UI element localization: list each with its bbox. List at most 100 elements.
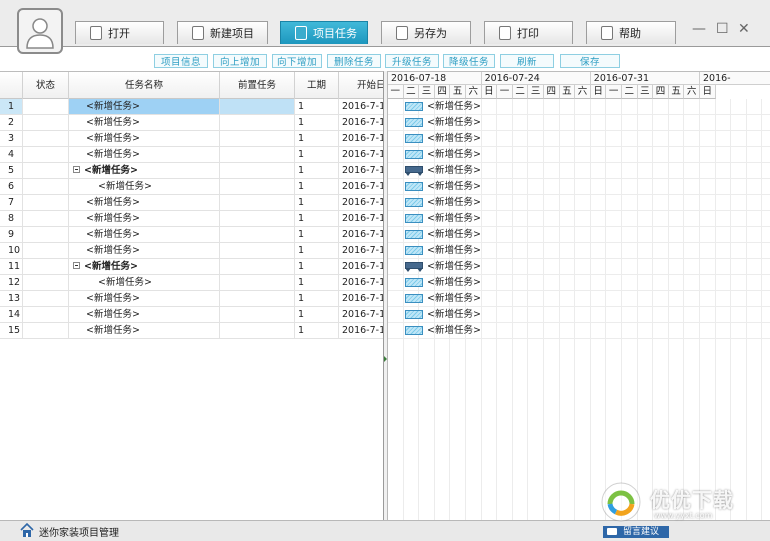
status-cell[interactable] [23,179,69,194]
duration-cell[interactable]: 1 [295,275,339,290]
start-date-cell[interactable]: 2016-7-19 [339,243,383,258]
status-cell[interactable] [23,211,69,226]
task-name-cell[interactable]: <新增任务> [69,147,220,162]
row-number-cell[interactable]: 3 [0,131,23,146]
tab-project-tasks[interactable]: 项目任务 [280,21,368,44]
task-name-cell[interactable]: <新增任务> [69,163,220,178]
start-date-cell[interactable]: 2016-7-19 [339,259,383,274]
row-number-cell[interactable]: 12 [0,275,23,290]
gantt-task-bar[interactable] [405,118,423,127]
gantt-summary-bar[interactable] [405,262,423,272]
status-cell[interactable] [23,243,69,258]
task-name-cell[interactable]: <新增任务> [69,275,220,290]
predecessor-cell[interactable] [220,211,295,226]
gantt-task-bar[interactable] [405,278,423,287]
duration-cell[interactable]: 1 [295,115,339,130]
row-number-cell[interactable]: 6 [0,179,23,194]
start-date-cell[interactable]: 2016-7-19 [339,131,383,146]
start-date-cell[interactable]: 2016-7-19 [339,147,383,162]
duration-cell[interactable]: 1 [295,195,339,210]
header-predecessor[interactable]: 前置任务 [220,72,295,99]
table-row[interactable]: 14 <新增任务> 1 2016-7-19 [0,307,383,323]
predecessor-cell[interactable] [220,243,295,258]
row-number-cell[interactable]: 8 [0,211,23,226]
collapse-icon[interactable] [73,166,80,173]
predecessor-cell[interactable] [220,99,295,114]
start-date-cell[interactable]: 2016-7-19 [339,275,383,290]
start-date-cell[interactable]: 2016-7-19 [339,291,383,306]
predecessor-cell[interactable] [220,179,295,194]
header-status[interactable]: 状态 [23,72,69,99]
row-number-cell[interactable]: 14 [0,307,23,322]
new-project-button[interactable]: 新建项目 [177,21,268,44]
promote-task-button[interactable]: 升级任务 [385,54,439,68]
duration-cell[interactable]: 1 [295,211,339,226]
duration-cell[interactable]: 1 [295,291,339,306]
collapse-icon[interactable] [73,262,80,269]
task-name-cell[interactable]: <新增任务> [69,211,220,226]
task-name-cell[interactable]: <新增任务> [69,323,220,338]
status-cell[interactable] [23,259,69,274]
table-row[interactable]: 15 <新增任务> 1 2016-7-19 [0,323,383,339]
task-name-cell[interactable]: <新增任务> [69,115,220,130]
task-name-cell[interactable]: <新增任务> [69,99,220,114]
start-date-cell[interactable]: 2016-7-19 [339,179,383,194]
table-row[interactable]: 3 <新增任务> 1 2016-7-19 [0,131,383,147]
gantt-task-bar[interactable] [405,310,423,319]
status-cell[interactable] [23,291,69,306]
status-cell[interactable] [23,115,69,130]
row-number-cell[interactable]: 10 [0,243,23,258]
table-row[interactable]: 8 <新增任务> 1 2016-7-19 [0,211,383,227]
row-number-cell[interactable]: 2 [0,115,23,130]
start-date-cell[interactable]: 2016-7-19 [339,163,383,178]
start-date-cell[interactable]: 2016-7-19 [339,307,383,322]
task-name-cell[interactable]: <新增任务> [69,291,220,306]
predecessor-cell[interactable] [220,275,295,290]
predecessor-cell[interactable] [220,259,295,274]
predecessor-cell[interactable] [220,307,295,322]
gantt-task-bar[interactable] [405,150,423,159]
duration-cell[interactable]: 1 [295,307,339,322]
table-row[interactable]: 10 <新增任务> 1 2016-7-19 [0,243,383,259]
gantt-task-bar[interactable] [405,198,423,207]
minimize-icon[interactable]: — [692,22,706,36]
duration-cell[interactable]: 1 [295,163,339,178]
duration-cell[interactable]: 1 [295,131,339,146]
table-row[interactable]: 11 <新增任务> 1 2016-7-19 [0,259,383,275]
project-info-button[interactable]: 项目信息 [154,54,208,68]
add-below-button[interactable]: 向下增加 [272,54,322,68]
task-name-cell[interactable]: <新增任务> [69,259,220,274]
row-number-cell[interactable]: 15 [0,323,23,338]
row-number-cell[interactable]: 7 [0,195,23,210]
task-name-cell[interactable]: <新增任务> [69,227,220,242]
start-date-cell[interactable]: 2016-7-19 [339,211,383,226]
task-name-cell[interactable]: <新增任务> [69,307,220,322]
demote-task-button[interactable]: 降级任务 [443,54,495,68]
duration-cell[interactable]: 1 [295,179,339,194]
predecessor-cell[interactable] [220,227,295,242]
help-button[interactable]: 帮助 [586,21,676,44]
duration-cell[interactable]: 1 [295,323,339,338]
table-row[interactable]: 5 <新增任务> 1 2016-7-19 [0,163,383,179]
table-row[interactable]: 4 <新增任务> 1 2016-7-19 [0,147,383,163]
task-name-cell[interactable]: <新增任务> [69,131,220,146]
status-cell[interactable] [23,323,69,338]
row-number-cell[interactable]: 5 [0,163,23,178]
task-name-cell[interactable]: <新增任务> [69,243,220,258]
header-duration[interactable]: 工期 [295,72,339,99]
maximize-icon[interactable]: ☐ [716,22,729,36]
save-as-button[interactable]: 另存为 [381,21,471,44]
status-cell[interactable] [23,227,69,242]
start-date-cell[interactable]: 2016-7-19 [339,323,383,338]
refresh-button[interactable]: 刷新 [500,54,554,68]
predecessor-cell[interactable] [220,163,295,178]
gantt-task-bar[interactable] [405,230,423,239]
status-cell[interactable] [23,131,69,146]
row-number-cell[interactable]: 1 [0,99,23,114]
row-number-cell[interactable]: 9 [0,227,23,242]
feedback-button[interactable]: 留言建议 [603,526,669,538]
status-cell[interactable] [23,163,69,178]
gantt-task-bar[interactable] [405,102,423,111]
predecessor-cell[interactable] [220,291,295,306]
table-row[interactable]: 9 <新增任务> 1 2016-7-19 [0,227,383,243]
